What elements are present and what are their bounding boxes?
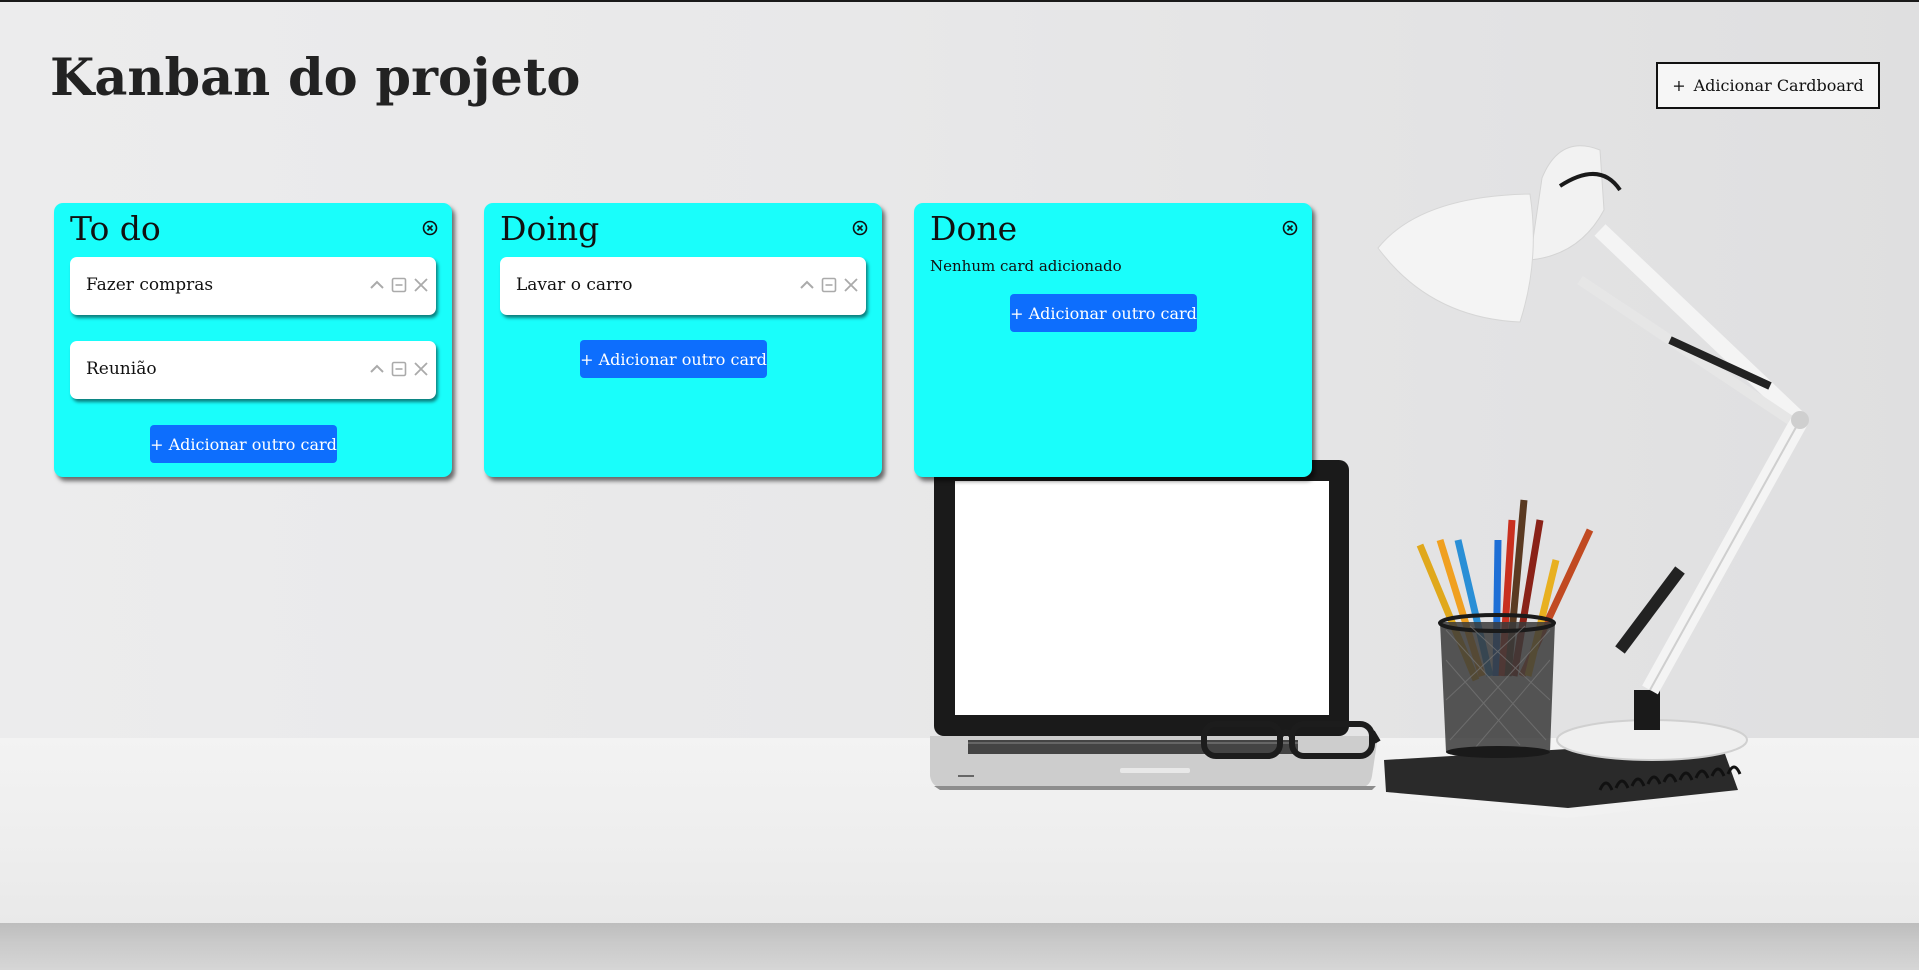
board-title: Doing	[500, 209, 600, 248]
minus-square-icon[interactable]	[820, 276, 838, 294]
close-icon[interactable]	[842, 276, 860, 294]
circle-x-icon[interactable]	[852, 220, 868, 236]
card[interactable]: Fazer compras	[70, 257, 436, 315]
card-text: Reunião	[86, 359, 157, 379]
add-cardboard-button[interactable]: + Adicionar Cardboard	[1656, 62, 1880, 109]
board-title: Done	[930, 209, 1018, 248]
card[interactable]: Lavar o carro	[500, 257, 866, 315]
card-text: Lavar o carro	[516, 275, 633, 295]
laptop-illustration	[930, 460, 1378, 790]
add-cardboard-label: Adicionar Cardboard	[1693, 76, 1864, 95]
empty-state-text: Nenhum card adicionado	[930, 257, 1122, 275]
circle-x-icon[interactable]	[1282, 220, 1298, 236]
board-doing: Doing Lavar o carro + Adicionar outro ca…	[484, 203, 882, 477]
card-text: Fazer compras	[86, 275, 214, 295]
minus-square-icon[interactable]	[390, 360, 408, 378]
minus-square-icon[interactable]	[390, 276, 408, 294]
pencil-cup-illustration	[1416, 499, 1594, 758]
add-card-button[interactable]: + Adicionar outro card	[150, 425, 337, 463]
card[interactable]: Reunião	[70, 341, 436, 399]
board-todo: To do Fazer compras Reunião + Adicionar …	[54, 203, 452, 477]
board-done: Done Nenhum card adicionado + Adicionar …	[914, 203, 1312, 477]
desk-objects-illustration	[930, 145, 1809, 818]
plus-icon: +	[1672, 76, 1686, 95]
board-title: To do	[70, 209, 161, 248]
circle-x-icon[interactable]	[422, 220, 438, 236]
chevron-up-icon[interactable]	[368, 276, 386, 294]
chevron-up-icon[interactable]	[798, 276, 816, 294]
chevron-up-icon[interactable]	[368, 360, 386, 378]
page-title: Kanban do projeto	[50, 48, 581, 108]
close-icon[interactable]	[412, 360, 430, 378]
background-scene	[0, 0, 1919, 970]
add-card-button[interactable]: + Adicionar outro card	[580, 340, 767, 378]
add-card-button[interactable]: + Adicionar outro card	[1010, 294, 1197, 332]
close-icon[interactable]	[412, 276, 430, 294]
